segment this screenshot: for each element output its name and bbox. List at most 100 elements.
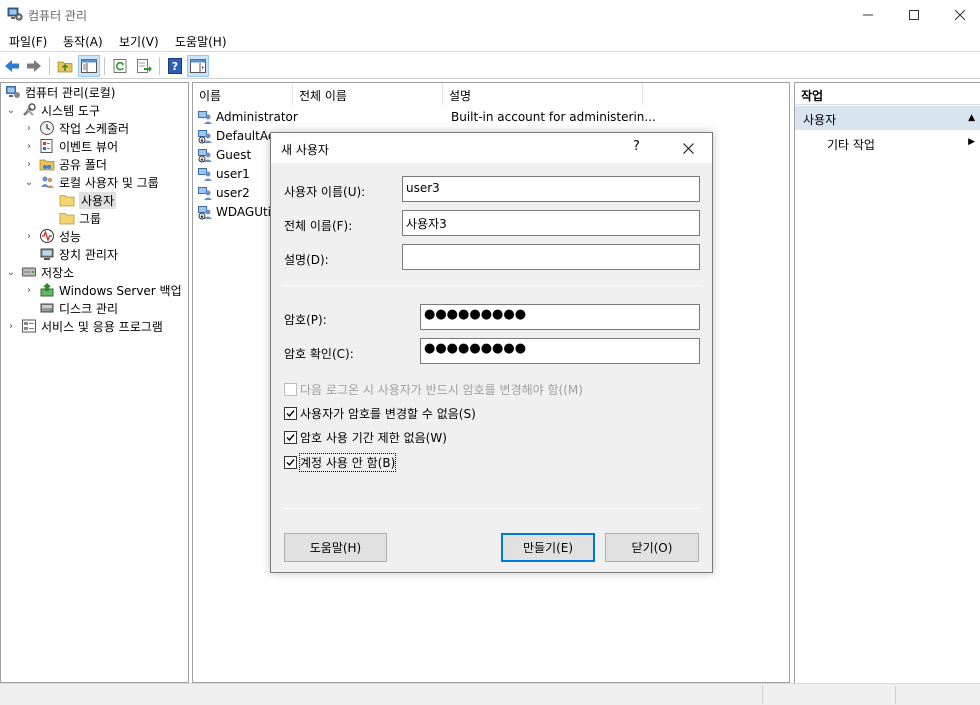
confirm-password-label: 암호 확인(C): (284, 347, 354, 361)
chevron-down-icon[interactable]: ⌄ (23, 176, 35, 188)
fullname-field[interactable]: 사용자3 (402, 210, 700, 236)
table-row[interactable]: user1 (197, 165, 250, 183)
close-window-button[interactable] (937, 0, 980, 30)
tree-system-tools[interactable]: ⌄ 시스템 도구 (5, 101, 100, 119)
tree-storage[interactable]: ⌄ 저장소 (5, 263, 74, 281)
close-icon (682, 142, 694, 154)
column-header-name[interactable]: 이름 (193, 83, 293, 105)
password-field[interactable]: ●●●●●●●●● (420, 304, 700, 330)
checkmark-icon (284, 406, 297, 420)
help-button[interactable]: 도움말(H) (284, 533, 387, 562)
tree-device-manager[interactable]: 장치 관리자 (39, 245, 118, 263)
dialog-title: 새 사용자 (281, 143, 329, 157)
checkmark-icon (284, 430, 297, 444)
tools-icon (23, 103, 36, 116)
submenu-arrow-icon: ▶ (968, 137, 975, 147)
refresh-icon[interactable] (109, 55, 131, 77)
table-row[interactable]: WDAGUtil (197, 203, 274, 221)
table-row[interactable]: Guest (197, 146, 251, 164)
table-row[interactable]: Administrator Built-in account for admin… (197, 108, 656, 126)
chevron-down-icon[interactable]: ⌄ (5, 266, 17, 278)
back-arrow-icon[interactable] (1, 55, 23, 77)
chevron-right-icon[interactable]: › (23, 140, 35, 152)
account-disabled-checkbox[interactable]: 계정 사용 안 함(B) (284, 452, 397, 472)
tree-root[interactable]: 컴퓨터 관리(로컬) (5, 83, 115, 101)
chevron-right-icon[interactable]: › (23, 284, 35, 296)
context-help-button[interactable]: ? (633, 139, 640, 154)
tree-users[interactable]: 사용자 (59, 191, 117, 209)
event-viewer-icon (40, 139, 53, 153)
tree-windows-backup[interactable]: › Windows Server 백업 (23, 281, 182, 299)
menu-action[interactable]: 동작(A) (63, 33, 103, 50)
clock-icon (40, 121, 54, 135)
user-icon (198, 187, 212, 200)
show-hide-tree-icon[interactable] (78, 55, 100, 77)
tree-local-users-groups[interactable]: ⌄ 로컬 사용자 및 그룹 (23, 173, 159, 191)
action-pane-header: 작업 (795, 83, 980, 105)
create-button[interactable]: 만들기(E) (501, 533, 595, 562)
user-icon (198, 168, 212, 181)
tree-task-scheduler[interactable]: › 작업 스케줄러 (23, 119, 129, 137)
more-actions-item[interactable]: 기타 작업 ▶ (795, 133, 980, 153)
tree-event-viewer[interactable]: › 이벤트 뷰어 (23, 137, 118, 155)
backup-icon (40, 283, 54, 297)
checkmark-icon (284, 455, 297, 469)
tree-shared-folders[interactable]: › 공유 폴더 (23, 155, 107, 173)
disk-icon (40, 303, 54, 313)
new-user-dialog: 새 사용자 ? 사용자 이름(U): user3 전체 이름(F): 사용자3 … (270, 132, 713, 573)
show-hide-action-pane-icon[interactable] (187, 55, 209, 77)
computer-management-icon (7, 7, 23, 21)
collapse-arrow-icon[interactable]: ▲ (968, 113, 975, 123)
action-pane: 작업 사용자 ▲ 기타 작업 ▶ (794, 82, 980, 683)
device-manager-icon (40, 248, 54, 260)
minimize-button[interactable] (845, 0, 891, 30)
disabled-user-icon (198, 149, 212, 163)
forward-arrow-icon[interactable] (23, 55, 45, 77)
confirm-password-field[interactable]: ●●●●●●●●● (420, 338, 700, 364)
export-list-icon[interactable] (133, 55, 155, 77)
computer-management-icon (6, 86, 20, 98)
toolbar: ? (0, 53, 980, 79)
menu-file[interactable]: 파일(F) (9, 33, 47, 50)
storage-icon (22, 267, 36, 277)
menu-bar: 파일(F) 동작(A) 보기(V) 도움말(H) (0, 30, 980, 52)
table-row[interactable]: user2 (197, 184, 250, 202)
password-label: 암호(P): (284, 313, 327, 327)
menu-view[interactable]: 보기(V) (119, 33, 159, 50)
maximize-button[interactable] (891, 0, 937, 30)
description-field[interactable] (402, 244, 700, 270)
folder-icon (59, 195, 75, 207)
column-header-description[interactable]: 설명 (443, 83, 643, 105)
disabled-user-icon (198, 130, 212, 144)
username-field[interactable]: user3 (402, 176, 700, 202)
username-label: 사용자 이름(U): (284, 185, 366, 199)
password-never-expires-checkbox[interactable]: 암호 사용 기간 제한 없음(W) (284, 428, 447, 446)
dialog-title-bar: 새 사용자 ? (271, 133, 712, 163)
column-header-fullname[interactable]: 전체 이름 (293, 83, 443, 105)
dialog-close-button[interactable] (676, 138, 700, 158)
window-title: 컴퓨터 관리 (28, 9, 88, 23)
chevron-right-icon[interactable]: › (23, 158, 35, 170)
chevron-right-icon[interactable]: › (23, 230, 35, 242)
chevron-right-icon[interactable]: › (23, 122, 35, 134)
folder-icon (59, 213, 75, 225)
users-groups-icon (41, 176, 54, 188)
performance-icon (40, 229, 54, 243)
up-folder-icon[interactable] (54, 55, 76, 77)
action-section-users[interactable]: 사용자 ▲ (795, 106, 980, 130)
fullname-label: 전체 이름(F): (284, 219, 353, 233)
menu-help[interactable]: 도움말(H) (175, 33, 227, 50)
tree-services-apps[interactable]: › 서비스 및 응용 프로그램 (5, 317, 163, 335)
tree-disk-management[interactable]: 디스크 관리 (39, 299, 118, 317)
must-change-password-checkbox[interactable]: 다음 로그온 시 사용자가 반드시 암호를 변경해야 함((M) (284, 380, 583, 398)
tree-groups[interactable]: 그룹 (59, 209, 101, 227)
cannot-change-password-checkbox[interactable]: 사용자가 암호를 변경할 수 없음(S) (284, 404, 476, 422)
close-button[interactable]: 닫기(O) (605, 533, 699, 562)
help-icon[interactable]: ? (164, 55, 186, 77)
tree-performance[interactable]: › 성능 (23, 227, 81, 245)
chevron-down-icon[interactable]: ⌄ (5, 104, 17, 116)
description-label: 설명(D): (284, 253, 329, 267)
table-row[interactable]: DefaultAc (197, 127, 274, 145)
chevron-right-icon[interactable]: › (5, 320, 17, 332)
user-icon (198, 111, 212, 124)
